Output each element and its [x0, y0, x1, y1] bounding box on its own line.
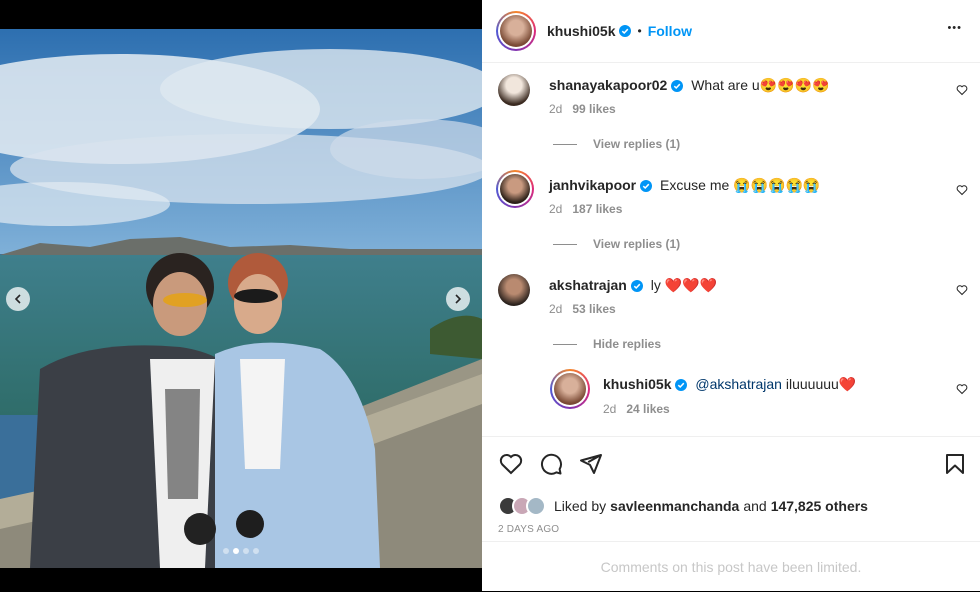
like-comment-heart-icon[interactable] — [956, 184, 968, 196]
hide-replies-label: Hide replies — [593, 337, 662, 351]
save-bookmark-icon[interactable] — [943, 452, 967, 476]
commenter-avatar[interactable] — [498, 74, 530, 106]
liked-by-middle: and — [743, 498, 767, 514]
liker-avatar[interactable] — [526, 496, 546, 516]
liked-by-row: Liked by savleenmanchanda and 147,825 ot… — [498, 496, 868, 516]
verified-badge-icon — [619, 25, 632, 37]
carousel-dot — [223, 548, 229, 554]
post-header: khushi05k • Follow ••• — [482, 0, 980, 63]
carousel-dot-active — [233, 548, 239, 554]
commenter-avatar[interactable] — [498, 274, 530, 306]
post-image — [0, 29, 482, 568]
chevron-left-icon — [14, 294, 21, 304]
carousel-prev-button[interactable] — [6, 287, 30, 311]
comment-emoji: ❤️❤️❤️ — [664, 277, 718, 293]
commenter-username[interactable]: akshatrajan — [549, 277, 627, 293]
verified-badge-icon — [640, 180, 653, 192]
follow-button[interactable]: Follow — [648, 23, 692, 39]
header-separator: • — [637, 24, 642, 38]
reply-age: 2d — [603, 402, 617, 416]
comments-panel: khushi05k • Follow ••• shanayakapoor02 W… — [482, 0, 980, 591]
share-send-icon[interactable] — [579, 452, 603, 476]
liked-by-user[interactable]: savleenmanchanda — [610, 498, 739, 514]
comment-age: 2d — [549, 202, 563, 216]
comments-limited-notice: Comments on this post have been limited. — [482, 541, 980, 592]
commenter-username[interactable]: janhvikapoor — [549, 177, 636, 193]
comment-likes[interactable]: 53 likes — [572, 302, 615, 316]
comment-emoji: 😭😭😭😭😭 — [733, 177, 821, 193]
liked-by-prefix: Liked by — [554, 498, 607, 514]
liked-by-count[interactable]: 147,825 others — [771, 498, 868, 514]
like-comment-heart-icon[interactable] — [956, 284, 968, 296]
comment-age: 2d — [549, 102, 563, 116]
view-replies-label: View replies (1) — [593, 237, 681, 251]
comment-text: ly — [650, 277, 661, 293]
carousel-next-button[interactable] — [446, 287, 470, 311]
post-photo — [0, 29, 482, 568]
media-panel — [0, 0, 482, 591]
liked-by-avatars — [498, 496, 546, 516]
comment-likes[interactable]: 187 likes — [572, 202, 622, 216]
reply-mention[interactable]: @akshatrajan — [695, 376, 782, 392]
author-username[interactable]: khushi05k — [547, 23, 615, 39]
view-replies-button[interactable]: View replies (1) — [553, 137, 680, 151]
view-replies-button[interactable]: View replies (1) — [553, 237, 680, 251]
post-date: 2 DAYS AGO — [498, 524, 560, 535]
verified-badge-icon — [675, 379, 688, 391]
reply-text: iluuuuuu — [785, 376, 839, 392]
comment-text: What are u — [691, 77, 760, 93]
carousel-dots — [0, 548, 482, 554]
verified-badge-icon — [630, 280, 643, 292]
carousel-dot — [253, 548, 259, 554]
commenter-avatar[interactable] — [496, 170, 534, 208]
comment-bubble-icon[interactable] — [539, 452, 563, 476]
hide-replies-button[interactable]: Hide replies — [553, 337, 661, 351]
reply-emoji: ❤️ — [838, 376, 857, 392]
chevron-right-icon — [455, 294, 462, 304]
carousel-dot — [243, 548, 249, 554]
like-heart-icon[interactable] — [499, 452, 523, 476]
like-comment-heart-icon[interactable] — [956, 84, 968, 96]
author-avatar[interactable] — [496, 11, 536, 51]
comment-age: 2d — [549, 302, 563, 316]
verified-badge-icon — [671, 80, 684, 92]
reply-avatar[interactable] — [550, 369, 590, 409]
comment-likes[interactable]: 99 likes — [572, 102, 615, 116]
reply-likes[interactable]: 24 likes — [626, 402, 669, 416]
commenter-username[interactable]: shanayakapoor02 — [549, 77, 667, 93]
comment-text: Excuse me — [660, 177, 730, 193]
like-reply-heart-icon[interactable] — [956, 383, 968, 395]
more-options-icon[interactable]: ••• — [947, 22, 962, 34]
view-replies-label: View replies (1) — [593, 137, 681, 151]
comment-emoji: 😍😍😍😍 — [759, 77, 830, 93]
reply-username[interactable]: khushi05k — [603, 376, 671, 392]
